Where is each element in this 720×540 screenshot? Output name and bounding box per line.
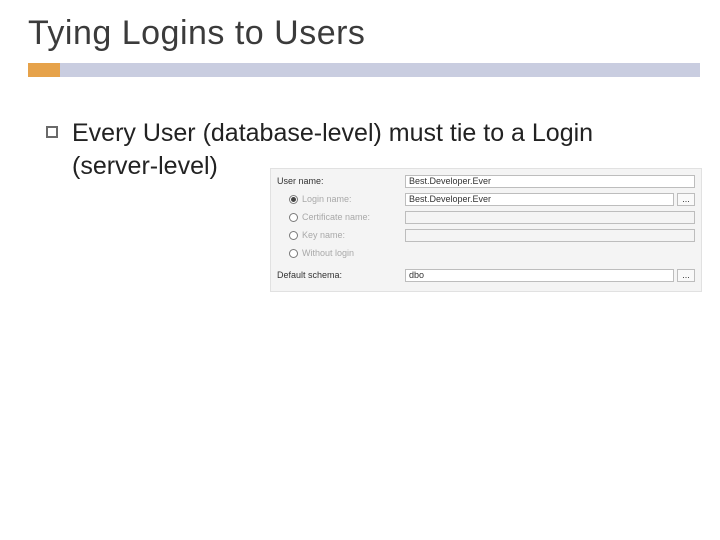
title-area: Tying Logins to Users [0, 0, 720, 89]
login-name-browse-button[interactable]: ... [677, 193, 695, 206]
without-login-label: Without login [302, 248, 354, 258]
login-name-row: Login name: Best.Developer.Ever ... [277, 191, 695, 207]
default-schema-row: Default schema: dbo ... [277, 267, 695, 283]
slide: Tying Logins to Users Every User (databa… [0, 0, 720, 540]
certificate-input [405, 211, 695, 224]
radio-key-name[interactable] [289, 231, 298, 240]
without-login-row: Without login [277, 245, 695, 261]
default-schema-input[interactable]: dbo [405, 269, 674, 282]
username-label: User name: [277, 176, 405, 186]
login-name-label: Login name: [302, 194, 352, 204]
username-row: User name: Best.Developer.Ever [277, 173, 695, 189]
title-rule [28, 63, 700, 81]
rule-accent [28, 63, 60, 77]
certificate-label: Certificate name: [302, 212, 370, 222]
rule-bar [60, 63, 700, 77]
user-properties-panel: User name: Best.Developer.Ever Login nam… [270, 168, 702, 292]
radio-without-login[interactable] [289, 249, 298, 258]
default-schema-browse-button[interactable]: ... [677, 269, 695, 282]
key-label: Key name: [302, 230, 345, 240]
key-row: Key name: [277, 227, 695, 243]
certificate-row: Certificate name: [277, 209, 695, 225]
bullet-square-icon [46, 126, 58, 138]
login-name-input[interactable]: Best.Developer.Ever [405, 193, 674, 206]
slide-title: Tying Logins to Users [28, 14, 700, 53]
username-input[interactable]: Best.Developer.Ever [405, 175, 695, 188]
radio-certificate-name[interactable] [289, 213, 298, 222]
radio-login-name[interactable] [289, 195, 298, 204]
key-input [405, 229, 695, 242]
default-schema-label: Default schema: [277, 270, 405, 280]
